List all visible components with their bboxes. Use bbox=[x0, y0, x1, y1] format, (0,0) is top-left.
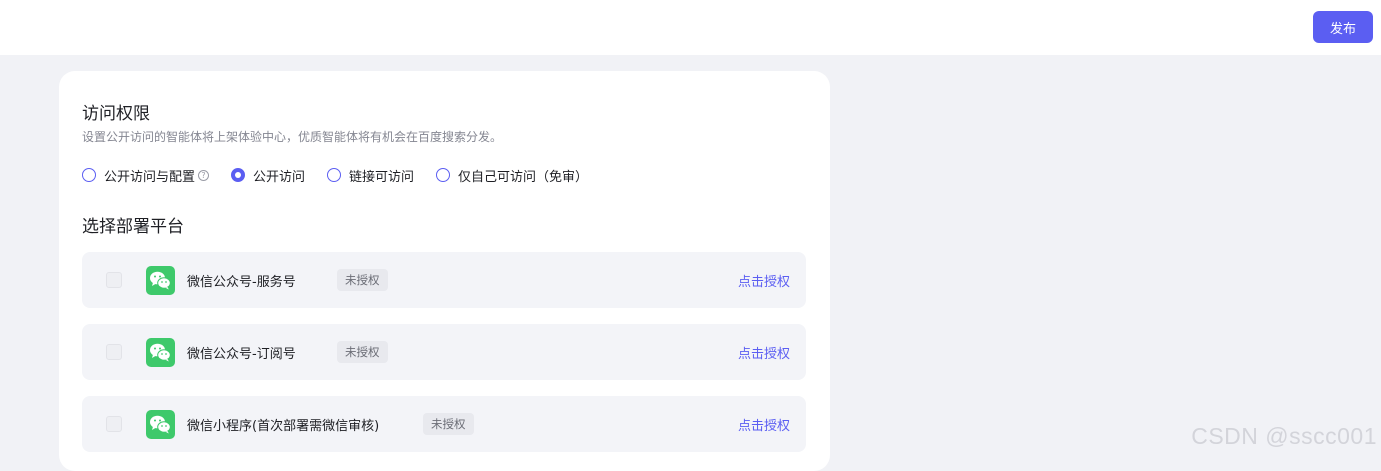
wechat-icon bbox=[146, 338, 175, 367]
wechat-icon bbox=[146, 410, 175, 439]
platform-row-wechat-miniprogram: 微信小程序(首次部署需微信审核) 未授权 点击授权 bbox=[82, 396, 806, 452]
platform-name: 微信小程序(首次部署需微信审核) bbox=[187, 419, 380, 434]
radio-label: 公开访问与配置 bbox=[104, 169, 196, 185]
status-badge: 未授权 bbox=[337, 341, 388, 363]
platform-checkbox[interactable] bbox=[106, 344, 122, 360]
radio-link-access[interactable]: 链接可访问 bbox=[327, 166, 414, 185]
help-icon[interactable]: ? bbox=[198, 169, 210, 181]
publish-settings-card: 访问权限 设置公开访问的智能体将上架体验中心，优质智能体将有机会在百度搜索分发。… bbox=[59, 71, 830, 471]
radio-label: 链接可访问 bbox=[349, 169, 415, 185]
platform-name: 微信公众号-订阅号 bbox=[187, 347, 296, 362]
radio-public-access[interactable]: 公开访问 bbox=[231, 166, 305, 185]
radio-button[interactable] bbox=[327, 168, 342, 182]
platform-checkbox[interactable] bbox=[106, 272, 122, 288]
radio-button[interactable] bbox=[436, 168, 451, 182]
status-badge: 未授权 bbox=[423, 413, 474, 435]
radio-label: 仅自己可访问（免审） bbox=[458, 169, 589, 185]
authorize-link[interactable]: 点击授权 bbox=[738, 271, 790, 290]
radio-label: 公开访问 bbox=[253, 169, 306, 185]
platform-row-wechat-service: 微信公众号-服务号 未授权 点击授权 bbox=[82, 252, 806, 308]
radio-public-access-config[interactable]: 公开访问与配置 ? bbox=[82, 166, 210, 185]
watermark: CSDN @sscc001 bbox=[1191, 423, 1377, 449]
publish-button[interactable]: 发布 bbox=[1313, 11, 1373, 43]
platform-name: 微信公众号-服务号 bbox=[187, 275, 296, 290]
radio-button-checked[interactable] bbox=[231, 168, 246, 182]
access-radio-group: 公开访问与配置 ? 公开访问 链接可访问 仅自己可访问（免审） bbox=[82, 165, 610, 185]
platform-title: 选择部署平台 bbox=[82, 217, 184, 237]
platform-row-wechat-subscription: 微信公众号-订阅号 未授权 点击授权 bbox=[82, 324, 806, 380]
status-badge: 未授权 bbox=[337, 269, 388, 291]
platform-checkbox[interactable] bbox=[106, 416, 122, 432]
access-title: 访问权限 bbox=[82, 104, 150, 124]
top-bar: 发布 bbox=[0, 0, 1381, 55]
wechat-icon bbox=[146, 266, 175, 295]
radio-button[interactable] bbox=[82, 168, 96, 182]
authorize-link[interactable]: 点击授权 bbox=[738, 415, 790, 434]
radio-private-access[interactable]: 仅自己可访问（免审） bbox=[436, 166, 588, 185]
authorize-link[interactable]: 点击授权 bbox=[738, 343, 790, 362]
access-description: 设置公开访问的智能体将上架体验中心，优质智能体将有机会在百度搜索分发。 bbox=[82, 130, 503, 144]
